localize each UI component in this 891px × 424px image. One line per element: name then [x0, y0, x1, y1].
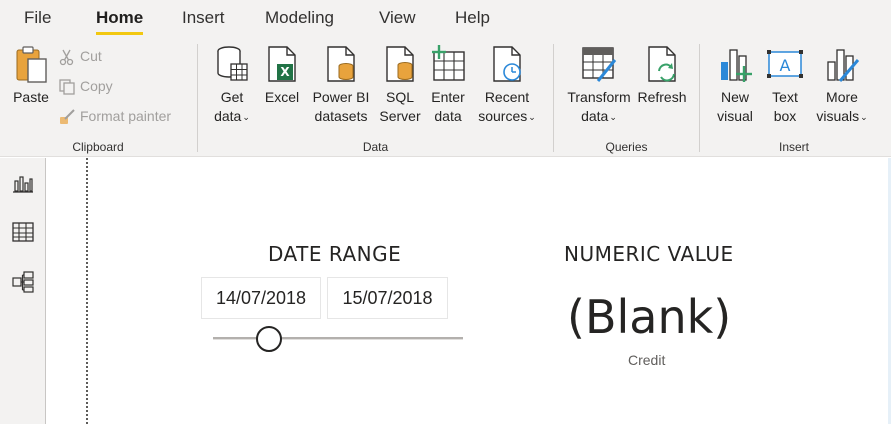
paste-label: Paste [13, 89, 49, 105]
text-box-label-1: Text [772, 89, 798, 105]
tab-help[interactable]: Help [455, 8, 490, 28]
sql-server-icon [386, 46, 414, 82]
clipboard-group-label: Clipboard [72, 140, 124, 154]
sql-label-1: SQL [385, 89, 414, 105]
model-view-icon[interactable] [11, 270, 35, 294]
powerbi-label-2: datasets [314, 108, 368, 124]
get-data-label-1: Get [220, 89, 244, 105]
powerbi-label-1: Power BI [312, 89, 370, 105]
paste-icon [16, 46, 47, 83]
table-add-icon [432, 45, 465, 81]
transform-data-button[interactable]: Transform data⌄ [564, 44, 634, 127]
chevron-down-icon: ⌄ [242, 111, 250, 122]
excel-icon: X [268, 46, 296, 82]
transform-table-icon [582, 47, 617, 82]
sql-label-2: Server [379, 108, 421, 124]
new-visual-icon [721, 49, 752, 82]
new-visual-label-1: New [720, 89, 749, 105]
refresh-button[interactable]: Refresh [636, 44, 688, 107]
more-visuals-icon [827, 49, 860, 82]
data-view-icon[interactable] [11, 220, 35, 244]
date-range-title: DATE RANGE [268, 242, 402, 266]
view-switcher [0, 158, 46, 424]
sql-server-button[interactable]: SQL Server [378, 44, 422, 126]
get-data-button[interactable]: Get data⌄ [206, 44, 258, 127]
database-grid-icon [217, 46, 248, 81]
excel-label: Excel [264, 89, 300, 105]
date-slider-track[interactable] [213, 337, 463, 340]
text-box-label-2: box [773, 108, 797, 124]
chevron-down-icon: ⌄ [528, 111, 536, 122]
report-canvas: DATE RANGE 14/07/2018 15/07/2018 NUMERIC… [47, 158, 891, 424]
copy-button[interactable]: Copy [58, 78, 113, 96]
end-date-input[interactable]: 15/07/2018 [327, 277, 448, 319]
more-visuals-label-2: visuals [816, 108, 860, 124]
ribbon: Paste Cut Copy Format painter Clipboard [0, 40, 891, 157]
clipboard-group: Paste Cut Copy Format painter Clipboard [0, 40, 196, 157]
enter-data-button[interactable]: Enter data [426, 44, 470, 126]
excel-button[interactable]: X Excel [262, 44, 302, 107]
scissors-icon [59, 49, 74, 66]
tab-modeling[interactable]: Modeling [265, 8, 334, 28]
data-group: Get data⌄ X Excel Power BI datasets SQL … [198, 40, 553, 157]
text-box-icon: A [767, 50, 803, 78]
more-visuals-label-1: More [826, 89, 858, 105]
chevron-down-icon: ⌄ [609, 111, 617, 122]
svg-text:X: X [280, 65, 290, 79]
recent-sources-button[interactable]: Recent sources⌄ [474, 44, 540, 127]
report-view-icon[interactable] [11, 172, 35, 196]
cut-label: Cut [80, 48, 102, 64]
insert-group: New visual A Text box More visuals⌄ Inse… [700, 40, 888, 157]
tab-view[interactable]: View [379, 8, 416, 28]
date-slider-thumb[interactable] [256, 326, 282, 352]
cut-button[interactable]: Cut [58, 48, 102, 66]
new-visual-label-2: visual [717, 108, 753, 124]
queries-group-label: Queries [605, 140, 648, 154]
recent-label-2: sources [478, 108, 528, 124]
refresh-label: Refresh [637, 89, 687, 105]
card-value: (Blank) [567, 290, 732, 344]
svg-text:A: A [780, 56, 791, 75]
transform-label-1: Transform [567, 89, 631, 105]
tab-home[interactable]: Home [96, 8, 144, 35]
start-date-input[interactable]: 14/07/2018 [201, 277, 321, 319]
queries-group: Transform data⌄ Refresh Queries [554, 40, 699, 157]
get-data-label-2: data [214, 108, 242, 124]
copy-icon [59, 79, 75, 95]
new-visual-button[interactable]: New visual [712, 44, 758, 126]
card-category-label: Credit [628, 352, 666, 368]
paste-button[interactable]: Paste [10, 44, 52, 107]
format-painter-label: Format painter [80, 108, 172, 124]
refresh-icon [648, 46, 676, 82]
recent-clock-icon [493, 46, 521, 82]
page-boundary-line [86, 158, 88, 424]
enter-label-2: data [434, 108, 462, 124]
more-visuals-button[interactable]: More visuals⌄ [812, 44, 872, 127]
powerbi-datasets-button[interactable]: Power BI datasets [308, 44, 374, 126]
recent-label-1: Recent [484, 89, 530, 105]
tab-file[interactable]: File [24, 8, 51, 28]
enter-label-1: Enter [431, 89, 465, 105]
menu-bar: File Home Insert Modeling View Help [0, 0, 891, 40]
transform-label-2: data [581, 108, 609, 124]
copy-label: Copy [80, 78, 113, 94]
data-group-label: Data [362, 140, 389, 154]
paintbrush-icon [60, 109, 75, 125]
format-painter-button[interactable]: Format painter [58, 108, 171, 126]
numeric-value-title: NUMERIC VALUE [564, 242, 734, 266]
insert-group-label: Insert [778, 140, 809, 154]
dataset-icon [327, 46, 355, 82]
tab-insert[interactable]: Insert [182, 8, 225, 28]
chevron-down-icon: ⌄ [860, 111, 868, 122]
text-box-button[interactable]: A Text box [763, 44, 807, 126]
